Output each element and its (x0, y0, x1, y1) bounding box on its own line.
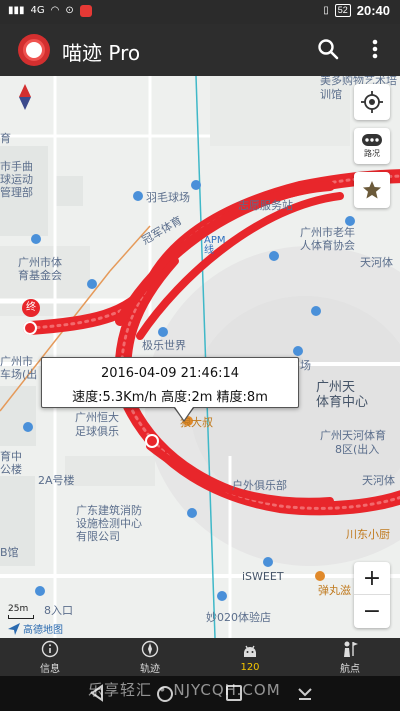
tab-info[interactable]: 信息 (0, 638, 100, 676)
poi-label: 广州市体 (18, 256, 62, 269)
sync-icon: ⊙ (65, 5, 74, 16)
callout-datetime: 2016-04-09 21:46:14 (100, 366, 240, 381)
poi-label: 足球俱乐 (75, 425, 119, 438)
scale-label: 25m (8, 604, 29, 614)
track-point-callout[interactable]: 2016-04-09 21:46:14 速度:5.3Km/h 高度:2m 精度:… (41, 357, 299, 408)
traffic-button[interactable]: 路况 (354, 128, 390, 164)
poi-label: 车场(出 (0, 368, 38, 381)
app-title: 喵迹 Pro (62, 41, 141, 65)
poi-label: 广州市 (0, 355, 33, 368)
poi-label: 市手曲 (0, 160, 33, 173)
zoom-out-button[interactable]: − (354, 595, 390, 628)
track-icon (141, 640, 159, 657)
app-bar: 喵迹 Pro (0, 24, 400, 76)
poi-label: B馆 (0, 546, 19, 559)
info-icon (41, 640, 59, 657)
poi-label: 广州天 (316, 380, 356, 395)
poi-label: 训馆 (320, 88, 342, 101)
poi-label: 广东建筑消防 (76, 504, 142, 517)
zoom-controls: + − (354, 562, 390, 628)
locate-icon (361, 91, 383, 113)
tab-track[interactable]: 轨迹 (100, 638, 200, 676)
bottom-nav: 信息 轨迹 120 航点 (0, 638, 400, 676)
tab-label: 航点 (340, 663, 360, 675)
poi-label: iSWEET (242, 570, 284, 583)
poi-label: 弹丸滋 (318, 584, 351, 597)
tab-label: 轨迹 (140, 663, 160, 675)
poi-label: 人体育协会 (300, 239, 355, 252)
poi-label: 2A号楼 (38, 474, 75, 487)
zoom-in-button[interactable]: + (354, 562, 390, 595)
more-options-icon[interactable] (364, 37, 386, 61)
favorite-button[interactable] (354, 172, 390, 208)
poi-label: 天河体 (360, 256, 393, 269)
map-provider-logo: 高德地图 (8, 621, 63, 636)
traffic-label: 路况 (364, 149, 380, 158)
poi-label: 妙020体验店 (206, 611, 271, 624)
map-scale: 25m (8, 604, 34, 619)
poi-label: 8入口 (44, 604, 73, 617)
poi-label: 管理部 (0, 186, 33, 199)
vibrate-icon: ▯ (323, 4, 329, 16)
poi-label: 公楼 (0, 463, 22, 476)
battery-level: 52 (334, 4, 351, 17)
poi-label: 育中 (0, 450, 22, 463)
poi-label: 广州恒大 (75, 411, 119, 424)
poi-label: 户外俱乐部 (232, 479, 287, 492)
amap-logo-icon (8, 622, 20, 635)
poi-label: 志愿服务站 (238, 199, 293, 212)
poi-label: 设施检测中心 (76, 517, 142, 530)
status-time: 20:40 (356, 3, 390, 18)
tab-label: 信息 (40, 663, 60, 675)
status-bar: ▮▮▮ 4G ◠ ⊙ ▯ 52 20:40 (0, 0, 400, 24)
app-logo-icon (18, 34, 50, 66)
tab-waypoint[interactable]: 航点 (300, 638, 400, 676)
poi-label: 球运动 (0, 173, 33, 186)
traffic-icon (362, 134, 382, 146)
waypoint-icon (344, 641, 358, 657)
poi-label: 育基金会 (18, 269, 62, 282)
poi-label: 体育中心 (316, 395, 369, 410)
signal-type: 4G (30, 5, 45, 16)
callout-tail-fill (175, 407, 193, 420)
map-view[interactable]: 美多购物艺术培 训馆 育 市手曲 球运动 管理部 羽毛球场 志愿服务站 广州市老… (0, 76, 400, 638)
poi-label: 广州天河体育 (320, 429, 386, 442)
map-provider-label: 高德地图 (23, 625, 63, 636)
apm-line-label: APM线 (204, 235, 226, 256)
wifi-icon: ◠ (50, 5, 60, 16)
poi-label: 场 (300, 359, 311, 372)
tab-android[interactable]: 120 (200, 638, 300, 676)
signal-icon: ▮▮▮ (8, 5, 25, 16)
watermark: 乐享轻汇 • NJYCQH.COM (88, 681, 281, 699)
compass-icon[interactable] (18, 84, 32, 110)
locate-button[interactable] (354, 84, 390, 120)
poi-label: 有限公司 (76, 530, 120, 543)
tab-label: 120 (240, 661, 260, 673)
track-end-marker: 终 (22, 299, 40, 317)
poi-label: 广州市老年 (300, 226, 355, 239)
poi-label: 川东小厨 (346, 528, 390, 541)
star-icon (363, 181, 381, 199)
callout-details: 速度:5.3Km/h 高度:2m 精度:8m (72, 390, 268, 405)
poi-label: 育 (0, 132, 11, 145)
poi-label: 羽毛球场 (146, 191, 190, 204)
poi-label: 8区(出入 (335, 443, 380, 456)
android-icon (244, 645, 256, 657)
poi-label: 极乐世界 (142, 339, 186, 352)
poi-label: 天河体 (362, 474, 395, 487)
notification-icon (79, 5, 92, 17)
search-icon[interactable] (316, 37, 340, 61)
